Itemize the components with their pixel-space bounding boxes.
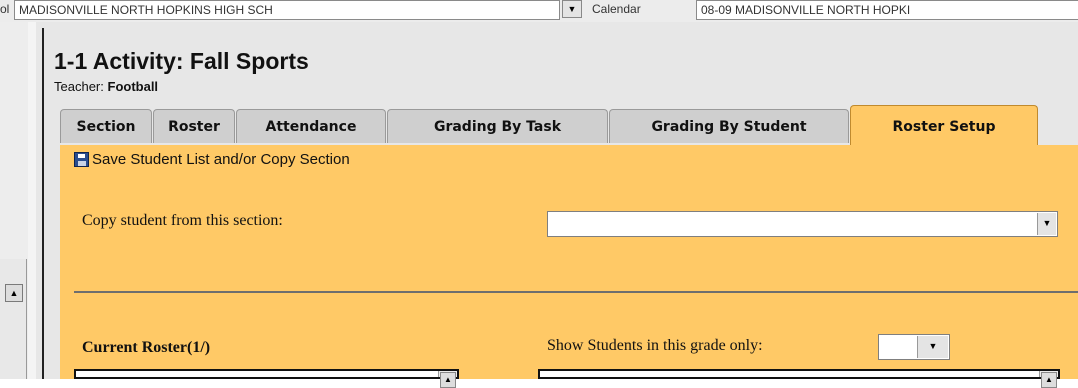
page-title: 1-1 Activity: Fall Sports [54,48,309,74]
scroll-up-icon: ▲ [444,375,452,384]
save-student-list-label: Save Student List and/or Copy Section [92,151,350,168]
school-select[interactable]: MADISONVILLE NORTH HOPKINS HIGH SCH [14,0,560,20]
grade-filter-dropdown-button[interactable]: ▼ [917,336,948,358]
grade-filter-label: Show Students in this grade only: [547,337,763,354]
chevron-down-icon: ▼ [1042,218,1052,228]
teacher-name: Football [107,79,159,94]
floppy-disk-icon [74,152,89,167]
school-select-value: MADISONVILLE NORTH HOPKINS HIGH SCH [19,3,273,17]
left-scrollbar[interactable] [0,259,27,379]
tab-grading-by-task[interactable]: Grading By Task [387,109,608,143]
grade-filter-select[interactable]: ▼ [878,334,950,360]
copy-section-select[interactable]: ▼ [547,211,1058,237]
copy-section-label: Copy student from this section: [82,212,283,229]
current-roster-scroll-up-button[interactable]: ▲ [440,372,456,388]
calendar-label: Calendar [592,2,641,16]
tab-roster-setup[interactable]: Roster Setup [850,105,1038,145]
scroll-up-button[interactable]: ▲ [5,284,23,302]
pane-gap [28,22,36,379]
teacher-label: Teacher: [54,79,104,94]
scroll-up-icon: ▲ [1045,375,1053,384]
teacher-line: Teacher: Football [54,79,158,94]
calendar-select-value: 08-09 MADISONVILLE NORTH HOPKI [701,3,911,17]
tab-grading-by-student[interactable]: Grading By Student [609,109,849,143]
chevron-down-icon: ▼ [928,341,938,351]
calendar-select[interactable]: 08-09 MADISONVILLE NORTH HOPKI [696,0,1078,20]
top-bar: ol MADISONVILLE NORTH HOPKINS HIGH SCH ▼… [0,0,1078,22]
school-label: ol [0,2,10,16]
current-roster-label: Current Roster(1/) [82,339,211,356]
roster-setup-content: Save Student List and/or Copy Section Co… [60,145,1078,388]
chevron-down-icon: ▼ [567,4,577,14]
available-students-scroll-up-button[interactable]: ▲ [1041,372,1057,388]
panel-border [42,28,44,379]
section-divider [74,291,1078,293]
current-roster-list[interactable]: ▲ [74,369,459,388]
left-tree-pane: ▲ [0,22,29,379]
tab-section[interactable]: Section [60,109,152,143]
scroll-up-icon: ▲ [9,288,19,298]
save-student-list-button[interactable]: Save Student List and/or Copy Section [74,151,350,168]
activity-panel: 1-1 Activity: Fall Sports Teacher: Footb… [36,22,1078,388]
tab-roster[interactable]: Roster [153,109,235,143]
available-students-list[interactable]: ▲ [538,369,1060,388]
copy-section-dropdown-button[interactable]: ▼ [1037,213,1056,235]
school-select-dropdown-button[interactable]: ▼ [562,0,582,18]
tab-attendance[interactable]: Attendance [236,109,386,143]
